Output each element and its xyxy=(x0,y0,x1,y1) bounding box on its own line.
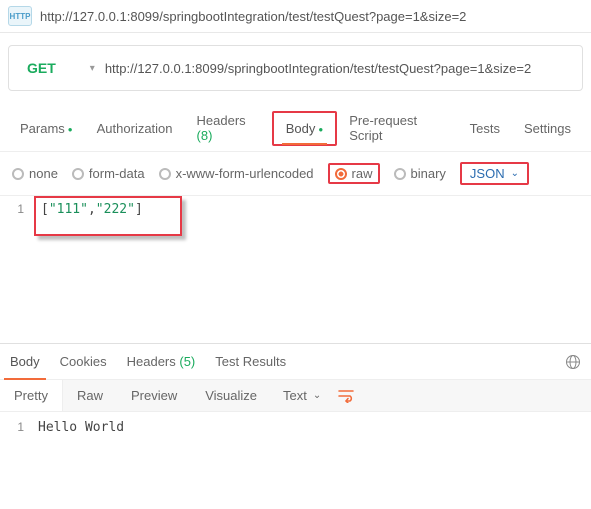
resp-tab-body[interactable]: Body xyxy=(0,344,50,379)
code-area[interactable]: ["111","222"] xyxy=(32,196,152,223)
chevron-down-icon: ⌄ xyxy=(313,390,321,401)
radio-icon xyxy=(12,168,24,180)
body-format-select[interactable]: JSON ⌄ xyxy=(460,162,529,185)
chevron-down-icon: ⌄ xyxy=(511,168,519,179)
tab-headers[interactable]: Headers (8) xyxy=(185,105,272,151)
view-pretty[interactable]: Pretty xyxy=(0,380,63,411)
response-view-row: Pretty Raw Preview Visualize Text ⌄ xyxy=(0,380,591,412)
resp-tab-testresults[interactable]: Test Results xyxy=(205,344,296,379)
line-gutter: 1 xyxy=(0,412,32,443)
request-body-editor[interactable]: 1 ["111","222"] xyxy=(0,195,591,223)
resp-tab-cookies[interactable]: Cookies xyxy=(50,344,117,379)
body-urlencoded[interactable]: x-www-form-urlencoded xyxy=(159,166,314,181)
http-method-icon: HTTP xyxy=(8,6,32,26)
tab-title: http://127.0.0.1:8099/springbootIntegrat… xyxy=(40,9,466,24)
radio-icon xyxy=(394,168,406,180)
tab-headers-count: (8) xyxy=(197,128,213,143)
body-format-label: JSON xyxy=(470,166,505,181)
tab-body[interactable]: Body xyxy=(272,111,337,146)
globe-icon[interactable] xyxy=(565,354,591,370)
tab-tests[interactable]: Tests xyxy=(458,113,512,144)
url-input[interactable] xyxy=(105,61,572,76)
view-raw[interactable]: Raw xyxy=(63,380,117,411)
highlight-box xyxy=(34,196,182,236)
tab-params[interactable]: Params xyxy=(8,113,85,144)
tab-settings[interactable]: Settings xyxy=(512,113,583,144)
response-format-select[interactable]: Text ⌄ xyxy=(283,388,321,403)
tab-prerequest[interactable]: Pre-request Script xyxy=(337,105,457,151)
tab-headers-label: Headers xyxy=(197,113,246,128)
response-body: 1 Hello World xyxy=(0,412,591,443)
tab-authorization[interactable]: Authorization xyxy=(85,113,185,144)
resp-tab-headers[interactable]: Headers (5) xyxy=(117,344,206,379)
body-none[interactable]: none xyxy=(12,166,58,181)
response-tabs: Body Cookies Headers (5) Test Results xyxy=(0,343,591,380)
radio-icon xyxy=(159,168,171,180)
chevron-down-icon[interactable]: ▾ xyxy=(90,63,95,74)
method-select[interactable]: GET xyxy=(19,56,64,80)
body-binary[interactable]: binary xyxy=(394,166,446,181)
resp-headers-label: Headers xyxy=(127,354,176,369)
body-type-row: none form-data x-www-form-urlencoded raw… xyxy=(0,152,591,195)
view-preview[interactable]: Preview xyxy=(117,380,191,411)
request-url-row: GET ▾ xyxy=(8,45,583,91)
spacer xyxy=(0,223,591,343)
line-gutter: 1 xyxy=(0,196,32,223)
body-raw[interactable]: raw xyxy=(328,163,380,184)
response-text[interactable]: Hello World xyxy=(32,412,130,443)
resp-headers-count: (5) xyxy=(179,354,195,369)
body-formdata[interactable]: form-data xyxy=(72,166,145,181)
wrap-lines-icon[interactable] xyxy=(337,389,355,403)
radio-icon xyxy=(72,168,84,180)
request-tabs: Params Authorization Headers (8) Body Pr… xyxy=(0,105,591,152)
tab-title-bar: HTTP http://127.0.0.1:8099/springbootInt… xyxy=(0,0,591,33)
view-visualize[interactable]: Visualize xyxy=(191,380,271,411)
radio-icon xyxy=(335,168,347,180)
